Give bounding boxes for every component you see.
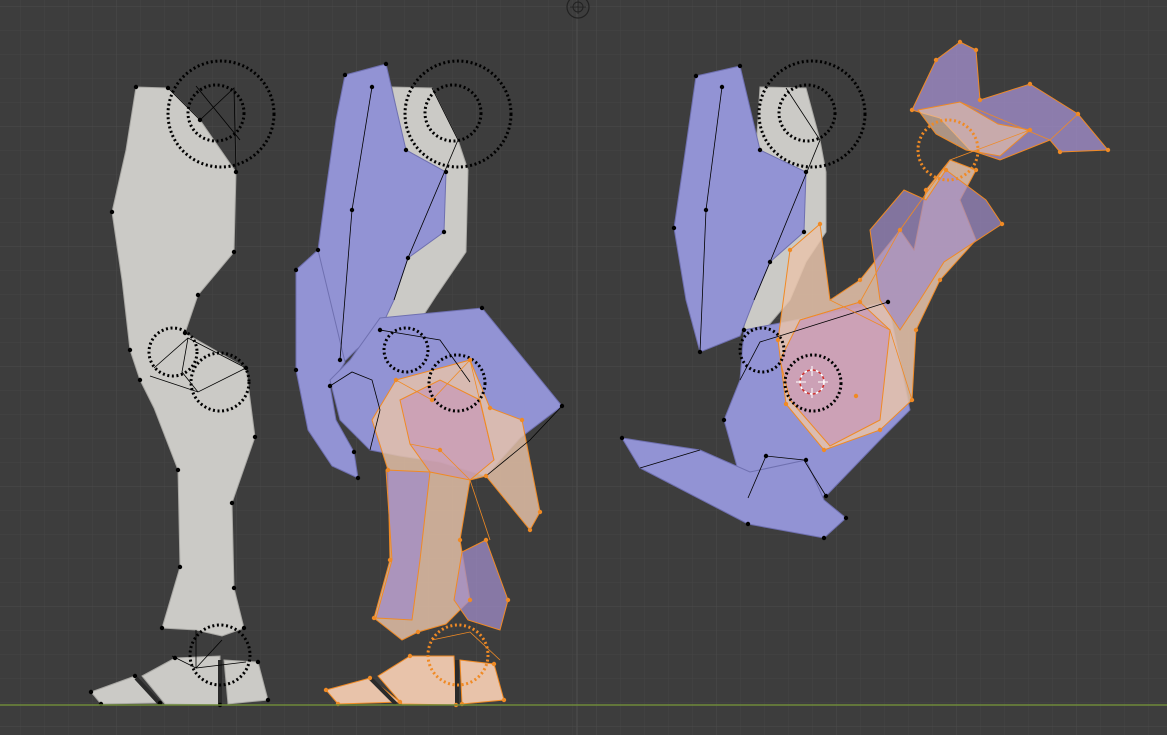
viewport-canvas[interactable]	[0, 0, 1167, 735]
3d-viewport[interactable]	[0, 0, 1167, 735]
